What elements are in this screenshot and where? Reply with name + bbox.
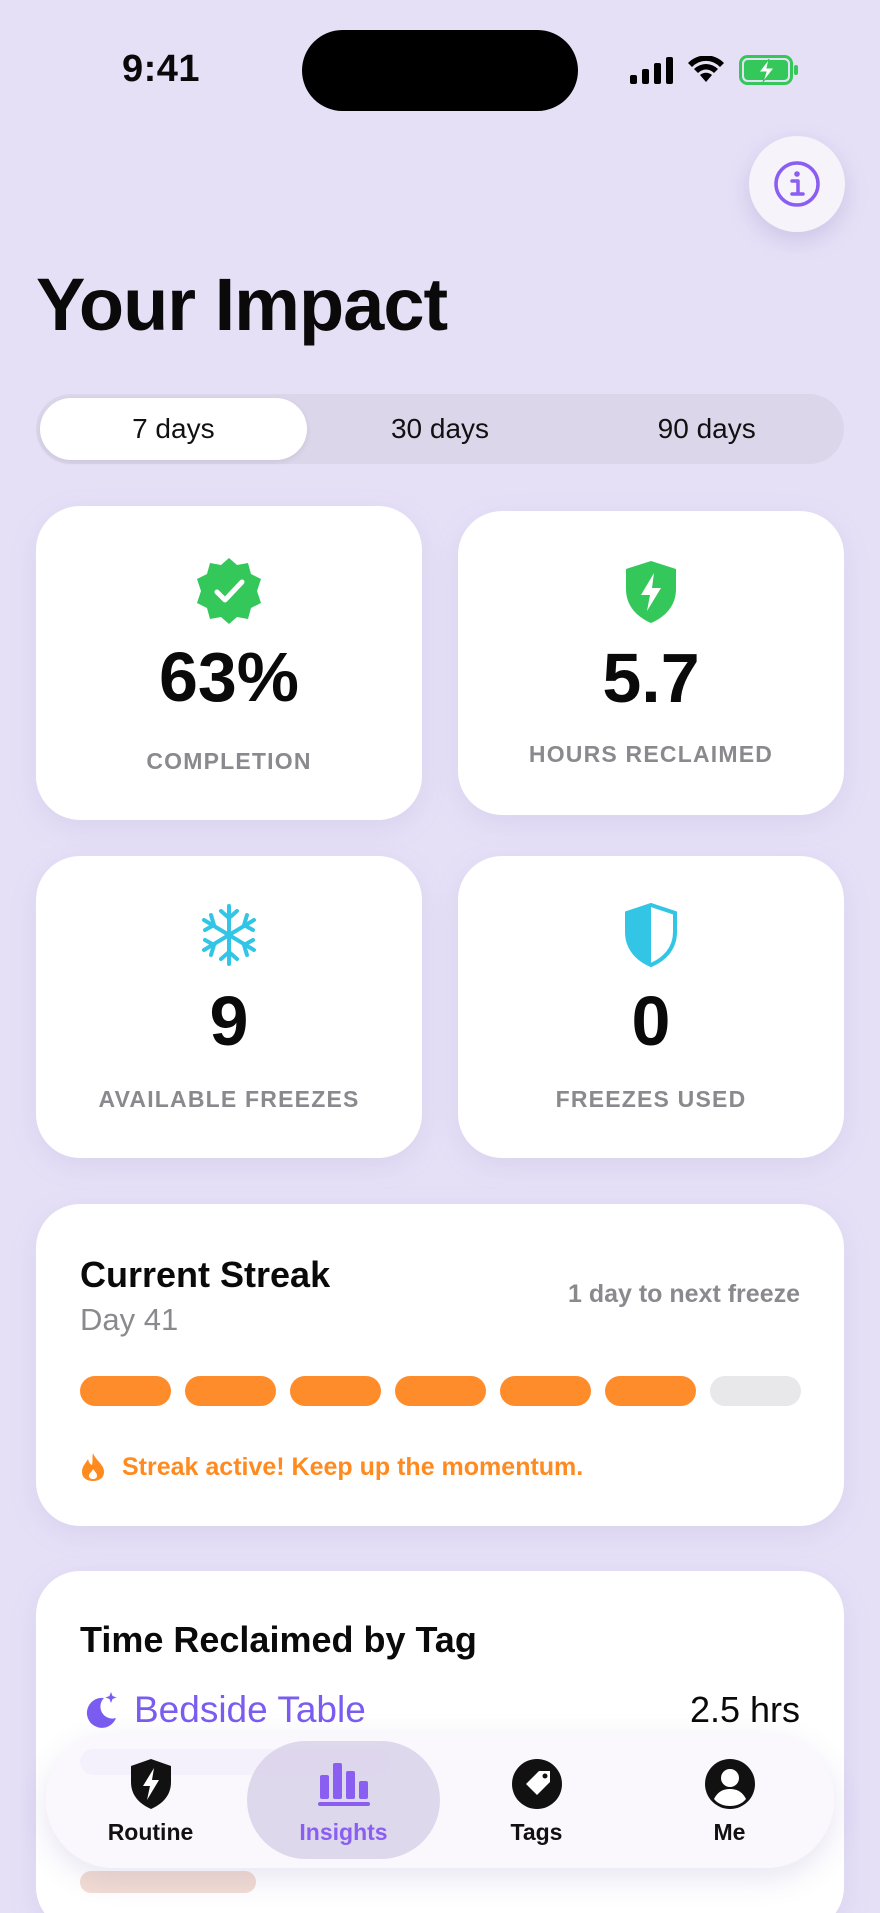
dynamic-island — [302, 30, 578, 111]
half-shield-icon — [625, 902, 677, 968]
tab-tags[interactable]: Tags — [440, 1741, 633, 1859]
current-streak-card: Current Streak Day 41 1 day to next free… — [36, 1204, 844, 1526]
streak-segment — [395, 1376, 486, 1406]
info-icon — [774, 161, 820, 207]
tab-routine-label: Routine — [107, 1818, 194, 1845]
streak-progress — [80, 1376, 801, 1406]
available-freezes-label: AVAILABLE FREEZES — [98, 1086, 360, 1112]
next-freeze-text: 1 day to next freeze — [567, 1280, 800, 1308]
completion-label: COMPLETION — [146, 748, 312, 774]
tab-me[interactable]: Me — [633, 1741, 826, 1859]
time-by-tag-title: Time Reclaimed by Tag — [80, 1619, 477, 1660]
streak-title: Current Streak — [80, 1254, 331, 1295]
streak-segment — [710, 1376, 801, 1406]
cellular-signal-icon — [630, 56, 673, 84]
bar-chart-icon — [317, 1762, 370, 1806]
status-icons — [630, 52, 799, 88]
range-segmented-control: 7 days 30 days 90 days — [36, 394, 844, 464]
tag-row[interactable]: Bedside Table 2.5 hrs — [80, 1689, 800, 1731]
tag-name: Bedside Table — [134, 1689, 366, 1730]
hours-reclaimed-card: 5.7 HOURS RECLAIMED — [458, 511, 844, 815]
tag-hours: 2.5 hrs — [689, 1689, 800, 1730]
shield-bolt-icon — [626, 561, 676, 623]
freezes-used-value: 0 — [631, 982, 671, 1060]
tab-me-label: Me — [713, 1818, 746, 1845]
freezes-used-label: FREEZES USED — [555, 1086, 747, 1112]
shield-bolt-icon — [130, 1758, 171, 1809]
tab-bar: Routine Insights Tags Me — [46, 1732, 834, 1868]
tab-insights-label: Insights — [299, 1818, 388, 1845]
hours-reclaimed-value: 5.7 — [602, 639, 700, 717]
tab-7-days[interactable]: 7 days — [40, 398, 307, 460]
person-circle-icon — [704, 1758, 755, 1809]
streak-segment — [500, 1376, 591, 1406]
tag-progress-bar — [80, 1871, 256, 1893]
tab-routine[interactable]: Routine — [54, 1741, 247, 1859]
streak-segment — [80, 1376, 171, 1406]
battery-charging-icon — [739, 55, 798, 85]
streak-message-text: Streak active! Keep up the momentum. — [122, 1452, 584, 1481]
available-freezes-card: 9 AVAILABLE FREEZES — [36, 856, 422, 1158]
moon-stars-icon — [86, 1692, 117, 1728]
snowflake-icon — [202, 904, 256, 966]
streak-segment — [605, 1376, 696, 1406]
info-button[interactable] — [749, 136, 845, 232]
wifi-icon — [688, 56, 724, 82]
verified-badge-icon — [197, 558, 261, 624]
tab-90-days[interactable]: 90 days — [573, 398, 840, 460]
tag-icon — [511, 1758, 562, 1809]
hours-reclaimed-label: HOURS RECLAIMED — [528, 741, 774, 767]
streak-message: Streak active! Keep up the momentum. — [80, 1452, 583, 1482]
tab-insights[interactable]: Insights — [247, 1741, 440, 1859]
available-freezes-value: 9 — [209, 982, 249, 1060]
streak-segment — [290, 1376, 381, 1406]
tab-30-days[interactable]: 30 days — [307, 398, 574, 460]
completion-value: 63% — [158, 638, 300, 716]
page-title: Your Impact — [36, 263, 448, 346]
freezes-used-card: 0 FREEZES USED — [458, 856, 844, 1158]
streak-day: Day 41 — [80, 1302, 179, 1337]
completion-card: 63% COMPLETION — [36, 506, 422, 820]
tab-tags-label: Tags — [510, 1818, 563, 1845]
status-time: 9:41 — [122, 48, 201, 90]
flame-icon — [82, 1453, 104, 1481]
streak-segment — [185, 1376, 276, 1406]
